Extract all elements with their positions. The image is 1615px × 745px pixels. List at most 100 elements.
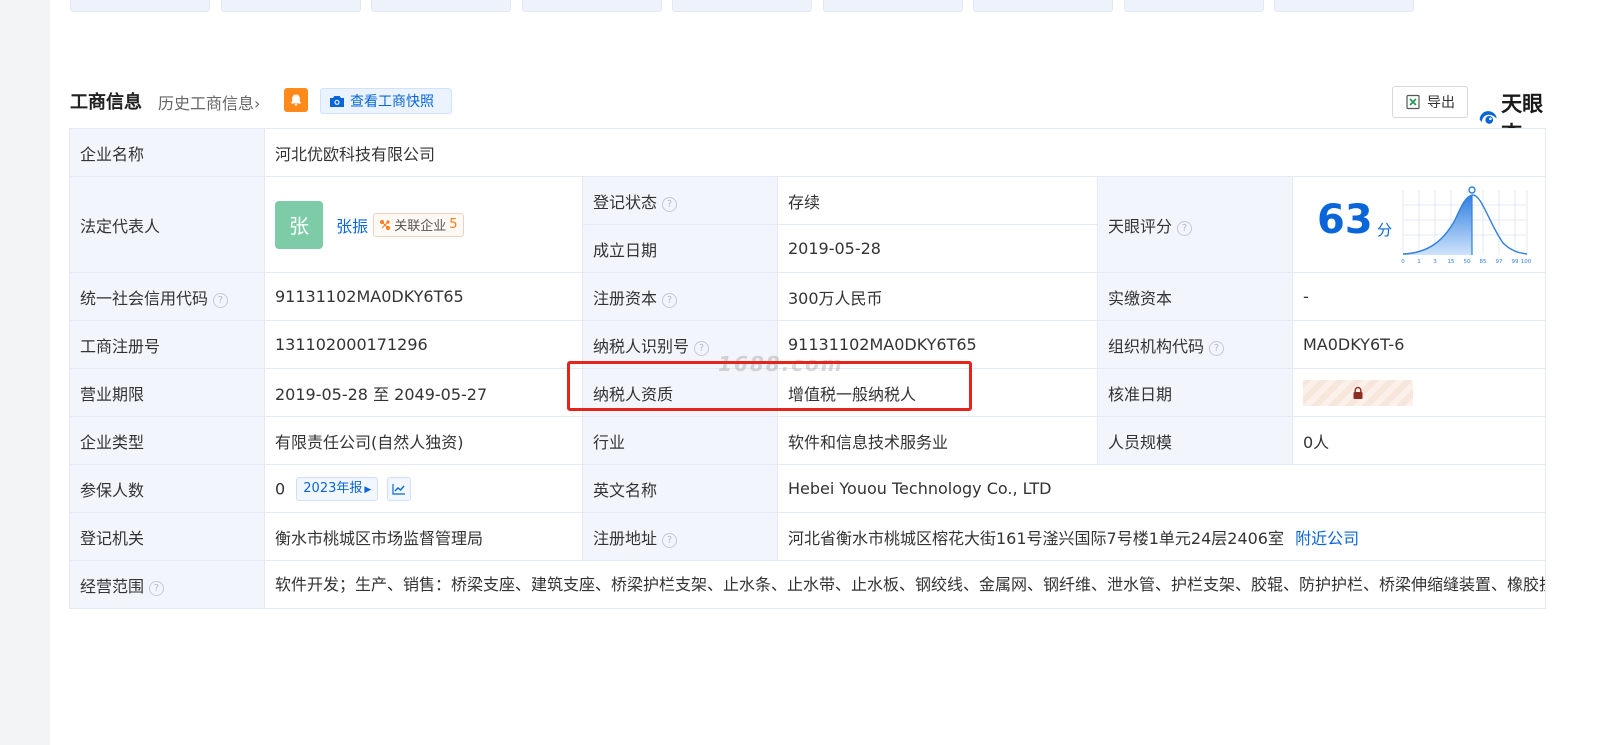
top-tab[interactable] xyxy=(70,0,210,12)
established-label: 成立日期 xyxy=(582,224,778,273)
reg-capital-label: 注册资本? xyxy=(582,272,778,321)
table-row: 企业类型 有限责任公司(自然人独资) 行业 软件和信息技术服务业 人员规模 0人 xyxy=(69,416,1546,465)
credit-code-value: 91131102MA0DKY6T65 xyxy=(264,272,583,321)
table-row: 登记机关 衡水市桃城区市场监督管理局 注册地址? 河北省衡水市桃城区榕花大街16… xyxy=(69,512,1546,561)
network-icon xyxy=(380,219,391,230)
top-tab[interactable] xyxy=(973,0,1113,12)
watermark: 1688.com xyxy=(718,352,844,376)
established-value: 2019-05-28 xyxy=(777,224,1098,273)
axis-tick: 1 xyxy=(1417,259,1421,265)
address-value: 河北省衡水市桃城区榕花大街161号滏兴国际7号楼1单元24层2406室 xyxy=(788,528,1284,548)
bell-button[interactable] xyxy=(284,88,308,112)
score-label: 天眼评分? xyxy=(1097,176,1293,273)
axis-tick: 3 xyxy=(1433,259,1437,265)
axis-tick: 97 xyxy=(1496,259,1503,265)
camera-icon xyxy=(330,96,344,107)
legal-rep-cell: 张 张振 关联企业 5 xyxy=(264,176,583,273)
lock-icon xyxy=(1353,386,1363,399)
help-icon[interactable]: ? xyxy=(662,532,678,548)
help-icon[interactable]: ? xyxy=(1177,220,1193,236)
scope-label: 经营范围? xyxy=(69,560,265,609)
help-icon[interactable]: ? xyxy=(662,196,678,212)
table-row: 经营范围? 软件开发；生产、销售：桥梁支座、建筑支座、桥梁护栏支架、止水条、止水… xyxy=(69,560,1546,609)
authority-value: 衡水市桃城区市场监督管理局 xyxy=(264,512,583,561)
insured-cell: 0 2023年报 ▶ xyxy=(264,464,583,513)
company-type-value: 有限责任公司(自然人独资) xyxy=(264,416,583,465)
axis-tick: 0 xyxy=(1401,259,1405,265)
score-distribution-chart: 0 1 3 15 50 85 97 99 100 xyxy=(1401,186,1531,265)
section-title: 工商信息 xyxy=(70,92,142,113)
insured-value: 0 xyxy=(275,479,286,498)
reg-capital-value: 300万人民币 xyxy=(777,272,1098,321)
org-code-label: 组织机构代码? xyxy=(1097,320,1293,369)
help-icon[interactable]: ? xyxy=(149,580,165,596)
axis-tick: 85 xyxy=(1480,259,1487,265)
triangle-right-icon: ▶ xyxy=(364,484,372,495)
company-type-label: 企业类型 xyxy=(69,416,265,465)
top-tab[interactable] xyxy=(823,0,963,12)
table-row: 企业名称 河北优欧科技有限公司 xyxy=(69,128,1546,177)
top-tab[interactable] xyxy=(672,0,812,12)
staff-size-value: 0人 xyxy=(1292,416,1546,465)
chevron-right-icon: › xyxy=(254,94,261,113)
scope-value: 软件开发；生产、销售：桥梁支座、建筑支座、桥梁护栏支架、止水条、止水带、止水板、… xyxy=(264,560,1546,609)
approval-date-label: 核准日期 xyxy=(1097,368,1293,417)
related-count: 5 xyxy=(449,217,458,232)
company-name-label: 企业名称 xyxy=(69,128,265,177)
authority-label: 登记机关 xyxy=(69,512,265,561)
credit-code-label: 统一社会信用代码? xyxy=(69,272,265,321)
legal-rep-name-link[interactable]: 张振 xyxy=(336,217,368,236)
axis-tick: 99 xyxy=(1512,259,1519,265)
industry-value: 软件和信息技术服务业 xyxy=(777,416,1098,465)
table-row: 参保人数 0 2023年报 ▶ 英文名称 Hebei Youou Technolo… xyxy=(69,464,1546,513)
export-button[interactable]: 导出 xyxy=(1392,86,1468,118)
table-row: 统一社会信用代码? 91131102MA0DKY6T65 注册资本? 300万人… xyxy=(69,272,1546,321)
english-name-value: Hebei Youou Technology Co., LTD xyxy=(777,464,1546,513)
approval-date-cell xyxy=(1292,368,1546,417)
trend-chart-button[interactable] xyxy=(387,476,412,501)
score-value: 63 xyxy=(1317,197,1373,243)
related-companies-badge[interactable]: 关联企业 5 xyxy=(373,212,464,237)
score-cell[interactable]: 63 分 0 1 3 15 50 85 97 99 100 xyxy=(1292,176,1546,273)
nearby-companies-link[interactable]: 附近公司 xyxy=(1295,529,1359,548)
section-header: 工商信息 历史工商信息› 查看工商快照 导出 天眼查 xyxy=(70,86,1550,146)
top-tab[interactable] xyxy=(522,0,662,12)
help-icon[interactable]: ? xyxy=(662,292,678,308)
paid-capital-value: - xyxy=(1292,272,1546,321)
help-icon[interactable]: ? xyxy=(1209,340,1225,356)
annual-report-badge[interactable]: 2023年报 ▶ xyxy=(296,476,379,501)
term-value: 2019-05-28 至 2049-05-27 xyxy=(264,368,583,417)
top-tab[interactable] xyxy=(221,0,361,12)
history-link[interactable]: 历史工商信息› xyxy=(158,90,260,114)
score-unit: 分 xyxy=(1377,221,1393,239)
export-label: 导出 xyxy=(1427,95,1455,111)
help-icon[interactable]: ? xyxy=(694,340,710,356)
axis-tick: 50 xyxy=(1464,259,1471,265)
address-cell: 河北省衡水市桃城区榕花大街161号滏兴国际7号楼1单元24层2406室 附近公司 xyxy=(777,512,1546,561)
english-name-label: 英文名称 xyxy=(582,464,778,513)
help-icon[interactable]: ? xyxy=(213,292,229,308)
top-tab[interactable] xyxy=(1274,0,1414,12)
eye-logo-icon xyxy=(1479,111,1497,124)
bell-icon xyxy=(291,94,301,106)
avatar[interactable]: 张 xyxy=(275,200,323,249)
table-row: 法定代表人 张 张振 关联企业 5 登记状态? 存续 天眼评分? 63 分 0 … xyxy=(69,176,1546,273)
staff-size-label: 人员规模 xyxy=(1097,416,1293,465)
excel-icon xyxy=(1406,94,1420,110)
top-tab[interactable] xyxy=(371,0,511,12)
paid-capital-label: 实缴资本 xyxy=(1097,272,1293,321)
term-label: 营业期限 xyxy=(69,368,265,417)
legal-rep-label: 法定代表人 xyxy=(69,176,265,273)
address-label: 注册地址? xyxy=(582,512,778,561)
reg-no-value: 131102000171296 xyxy=(264,320,583,369)
industry-label: 行业 xyxy=(582,416,778,465)
reg-status-value: 存续 xyxy=(777,176,1098,225)
org-code-value: MA0DKY6T-6 xyxy=(1292,320,1546,369)
trend-chart-icon xyxy=(392,483,406,495)
snapshot-button[interactable]: 查看工商快照 xyxy=(320,88,452,114)
axis-tick: 100 xyxy=(1521,259,1531,265)
top-tab[interactable] xyxy=(1124,0,1264,12)
axis-tick: 15 xyxy=(1448,259,1455,265)
snapshot-label: 查看工商快照 xyxy=(350,94,434,110)
locked-value[interactable] xyxy=(1303,379,1413,406)
